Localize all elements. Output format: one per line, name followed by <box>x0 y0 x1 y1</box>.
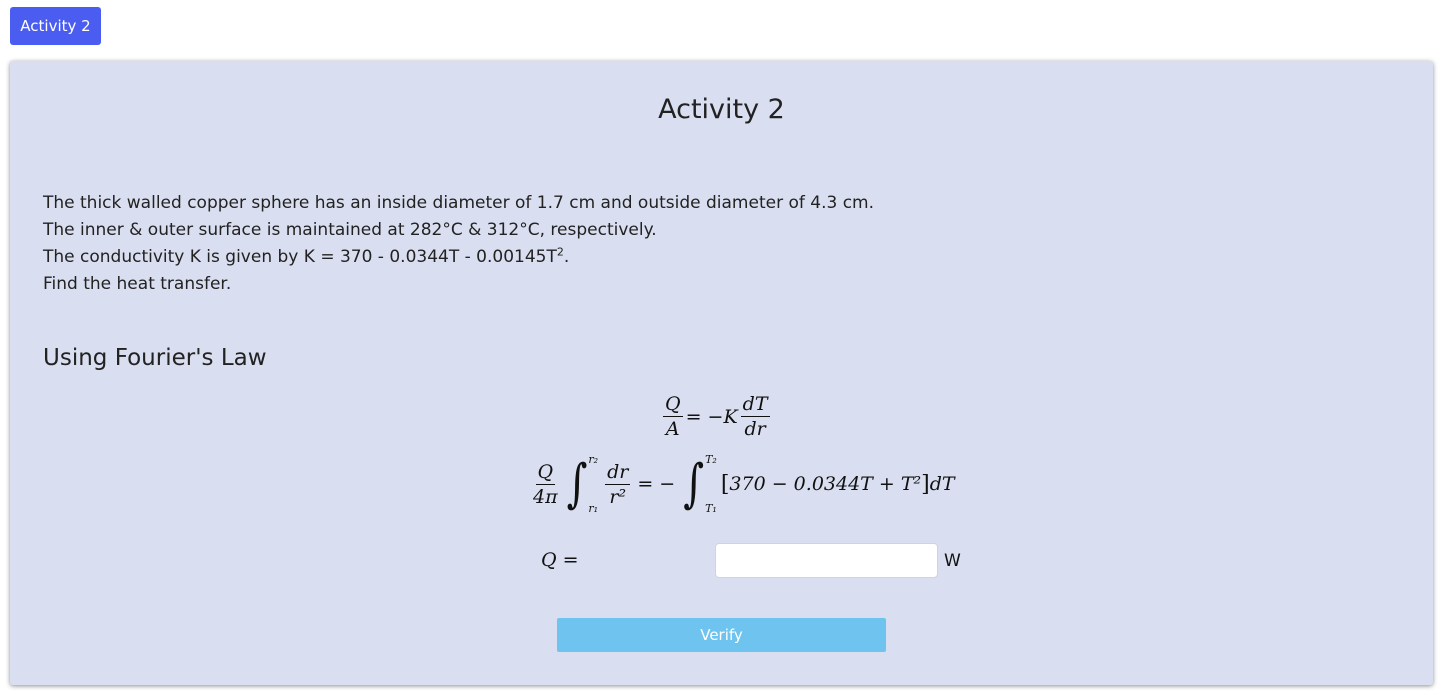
q-over-a-fraction: Q A <box>663 394 683 439</box>
integrand: 370 − 0.0344T + T² <box>729 473 922 495</box>
problem-statement: The thick walled copper sphere has an in… <box>43 190 874 298</box>
q-over-4pi-fraction: Q 4π <box>531 462 560 507</box>
conductivity-exponent: 2 <box>556 245 564 259</box>
integral-limits: T₂ T₁ <box>705 453 717 515</box>
open-bracket: [ <box>720 471 730 497</box>
fraction-numerator: Q <box>663 393 683 417</box>
upper-limit: r₂ <box>588 453 599 466</box>
integral-t: ∫ T₂ T₁ <box>683 453 717 515</box>
activity-card: Activity 2 The thick walled copper spher… <box>10 61 1433 685</box>
integrated-equation: Q 4π ∫ r₂ r₁ dr r² = − ∫ T₂ T₁ [ 370 − 0… <box>528 453 955 515</box>
problem-line-3: The conductivity K is given by K = 370 -… <box>43 244 874 271</box>
card-title: Activity 2 <box>658 94 785 125</box>
upper-limit: T₂ <box>705 453 717 466</box>
integral-sign: ∫ <box>566 454 588 514</box>
lower-limit: r₁ <box>588 502 599 515</box>
section-title: Using Fourier's Law <box>43 345 267 371</box>
problem-line-1: The thick walled copper sphere has an in… <box>43 193 874 213</box>
integral-sign: ∫ <box>683 454 705 514</box>
fourier-law-equation: Q A = −K dT dr <box>660 394 773 439</box>
verify-button[interactable]: Verify <box>557 618 886 652</box>
fraction-numerator: dT <box>740 393 770 417</box>
integral-limits: r₂ r₁ <box>588 453 598 515</box>
fraction-numerator: Q <box>535 460 556 485</box>
differential: dT <box>929 473 955 495</box>
unit-label: W <box>944 551 961 571</box>
fraction-denominator: A <box>665 418 680 440</box>
conductivity-formula: The conductivity K is given by K = 370 -… <box>43 247 557 267</box>
fraction-numerator: dr <box>605 460 631 485</box>
conductivity-period: . <box>563 247 570 267</box>
integral-r: ∫ r₂ r₁ <box>566 453 599 515</box>
lower-limit: T₁ <box>705 502 717 515</box>
fraction-denominator: r² <box>609 485 627 508</box>
equals-minus: = − <box>637 473 676 495</box>
answer-label: Q = <box>541 549 579 571</box>
fraction-denominator: 4π <box>533 485 558 508</box>
problem-line-4: Find the heat transfer. <box>43 274 232 294</box>
equals-minus-k: = −K <box>685 405 738 428</box>
tab-activity-2[interactable]: Activity 2 <box>10 7 101 45</box>
close-bracket: ] <box>921 471 930 497</box>
dt-over-dr-fraction: dT dr <box>740 393 770 440</box>
fraction-denominator: dr <box>744 418 766 440</box>
dr-over-r2-fraction: dr r² <box>605 460 631 508</box>
problem-line-2: The inner & outer surface is maintained … <box>43 220 657 240</box>
answer-input[interactable] <box>715 543 938 578</box>
